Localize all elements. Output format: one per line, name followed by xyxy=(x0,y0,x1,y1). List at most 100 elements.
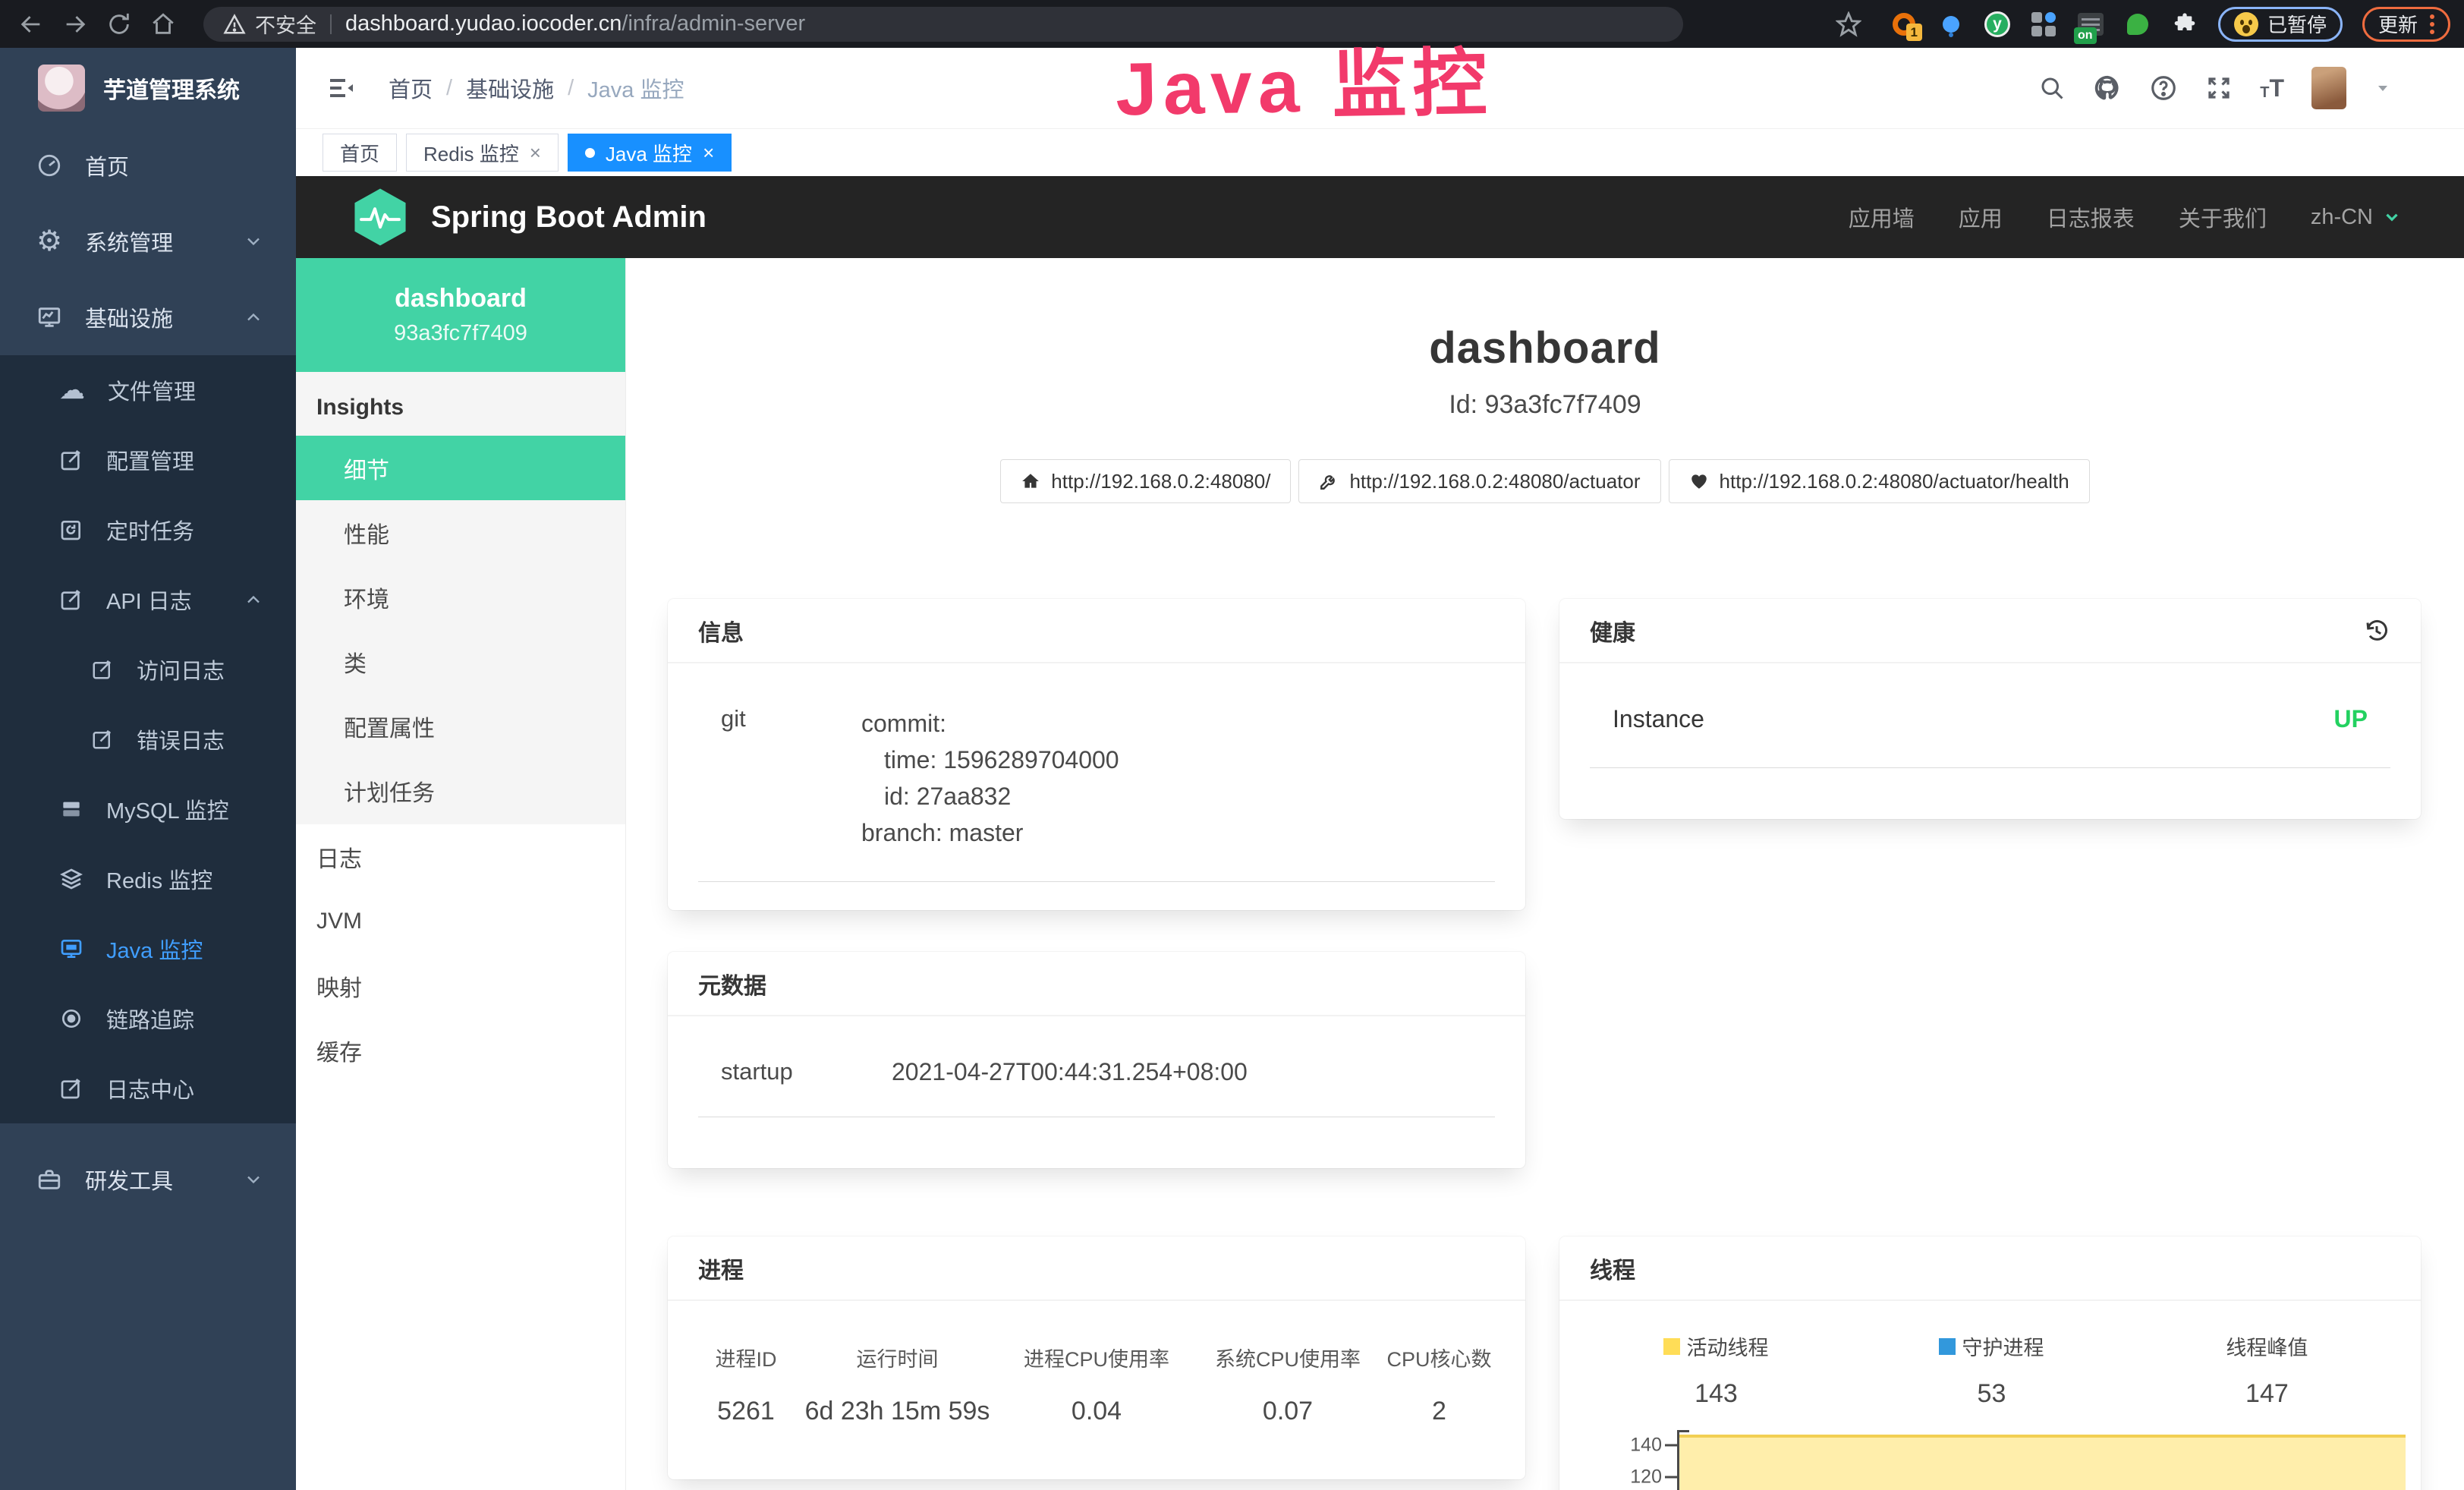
bookmark-star-icon[interactable] xyxy=(1827,6,1871,43)
sidebar-item-infra[interactable]: 基础设施 xyxy=(0,279,296,355)
eye-icon xyxy=(59,1006,83,1031)
sidebar-item-devtools[interactable]: 研发工具 xyxy=(0,1142,296,1218)
breadcrumb-home[interactable]: 首页 xyxy=(389,72,433,104)
github-icon[interactable] xyxy=(2093,74,2122,102)
log-edit-icon xyxy=(91,728,114,751)
extension-grid-icon[interactable] xyxy=(2030,11,2057,38)
sba-nav-environment[interactable]: 环境 xyxy=(296,565,625,629)
help-icon[interactable] xyxy=(2149,74,2178,102)
health-url: http://192.168.0.2:48080/actuator/health xyxy=(1720,470,2069,493)
sba-nav-wallboard[interactable]: 应用墙 xyxy=(1849,201,1915,233)
gear-icon xyxy=(36,227,62,256)
url-host[interactable]: dashboard.yudao.iocoder.cn xyxy=(345,11,622,36)
sba-nav-about[interactable]: 关于我们 xyxy=(2179,201,2267,233)
git-info-value: commit: time: 1596289704000 id: 27aa832 … xyxy=(861,705,1119,851)
y-tickmark xyxy=(1665,1476,1677,1479)
sba-nav-configprops[interactable]: 配置属性 xyxy=(296,694,625,758)
url-path[interactable]: /infra/admin-server xyxy=(622,11,805,36)
sidebar-item-file[interactable]: 文件管理 xyxy=(0,355,296,425)
sidebar-item-java-monitor[interactable]: Java 监控 xyxy=(0,914,296,984)
tab-close-icon[interactable] xyxy=(703,141,714,165)
sba-nav-jvm[interactable]: JVM xyxy=(296,889,625,953)
user-menu-caret-icon[interactable] xyxy=(2374,79,2392,97)
security-label[interactable]: 不安全 xyxy=(255,9,316,39)
search-icon[interactable] xyxy=(2038,74,2066,102)
sidebar-item-log-center[interactable]: 日志中心 xyxy=(0,1054,296,1123)
history-icon[interactable] xyxy=(2363,617,2390,644)
log-edit-icon xyxy=(59,587,83,612)
sidebar-item-home[interactable]: 首页 xyxy=(0,128,296,203)
browser-forward-icon[interactable] xyxy=(53,6,97,43)
health-url-button[interactable]: http://192.168.0.2:48080/actuator/health xyxy=(1669,459,2090,503)
edit-square-icon xyxy=(59,448,83,472)
browser-back-icon[interactable] xyxy=(9,6,53,43)
extension-pin-icon[interactable] xyxy=(1937,11,1965,38)
tab-redis-monitor[interactable]: Redis 监控 xyxy=(406,134,559,172)
sidebar-item-redis[interactable]: Redis 监控 xyxy=(0,844,296,914)
breadcrumb-infra[interactable]: 基础设施 xyxy=(466,72,554,104)
locale-label: zh-CN xyxy=(2311,205,2373,230)
sidebar-item-job[interactable]: 定时任务 xyxy=(0,495,296,565)
live-threads-area-series xyxy=(1679,1435,2406,1490)
git-commit-line: commit: xyxy=(861,705,1119,742)
cpu-cores-value: 2 xyxy=(1383,1397,1495,1426)
threads-area-chart: 140 120 100 xyxy=(1578,1430,2406,1490)
extension-y-icon[interactable]: y xyxy=(1984,11,2010,37)
table-row: startup 2021-04-27T00:44:31.254+08:00 xyxy=(698,1058,1495,1117)
sba-brand-title[interactable]: Spring Boot Admin xyxy=(431,200,706,235)
app-logo-row[interactable]: 芋道管理系统 xyxy=(0,48,296,128)
app-title: 芋道管理系统 xyxy=(103,71,240,105)
fullscreen-icon[interactable] xyxy=(2205,74,2233,102)
daemon-threads-label: 守护进程 xyxy=(1962,1331,2044,1361)
sidebar-item-access-log[interactable]: 访问日志 xyxy=(0,635,296,704)
extensions-puzzle-icon[interactable] xyxy=(2171,11,2198,38)
sidebar-item-tracing[interactable]: 链路追踪 xyxy=(0,984,296,1054)
sba-nav-metrics[interactable]: 性能 xyxy=(296,500,625,565)
address-bar[interactable]: 不安全 dashboard.yudao.iocoder.cn/infra/adm… xyxy=(203,7,1683,42)
sidebar-item-error-log[interactable]: 错误日志 xyxy=(0,704,296,774)
admin-sidebar: 芋道管理系统 首页 系统管理 基础设施 文件管理 配置管理 xyxy=(0,48,296,1490)
tab-java-monitor[interactable]: Java 监控 xyxy=(568,134,732,172)
health-card-title: 健康 xyxy=(1590,614,1635,647)
sba-locale-select[interactable]: zh-CN xyxy=(2311,205,2402,230)
extension-on-badge: on xyxy=(2074,27,2097,44)
sidebar-item-config[interactable]: 配置管理 xyxy=(0,425,296,495)
tab-close-icon[interactable] xyxy=(530,141,541,165)
info-card: 信息 git commit: time: 1596289704000 id: 2… xyxy=(668,599,1525,910)
sba-nav-applications[interactable]: 应用 xyxy=(1959,201,2003,233)
sba-nav-scheduled-tasks[interactable]: 计划任务 xyxy=(296,758,625,823)
sba-nav-classes[interactable]: 类 xyxy=(296,629,625,694)
chevron-down-icon xyxy=(243,231,264,252)
tab-home[interactable]: 首页 xyxy=(323,134,397,172)
browser-reload-icon[interactable] xyxy=(97,6,141,43)
user-avatar[interactable] xyxy=(2311,67,2346,109)
y-tickmark xyxy=(1665,1444,1677,1447)
sba-nav-caches[interactable]: 缓存 xyxy=(296,1018,625,1082)
profile-paused-badge[interactable]: 已暂停 xyxy=(2218,7,2343,42)
sidebar-item-mysql[interactable]: MySQL 监控 xyxy=(0,774,296,844)
thread-stats: 活动线程 143 守护进程 53 线程峰值 xyxy=(1578,1331,2406,1409)
actuator-url-button[interactable]: http://192.168.0.2:48080/actuator xyxy=(1298,459,1660,503)
sba-nav-logs[interactable]: 日志 xyxy=(296,824,625,889)
browser-home-icon[interactable] xyxy=(141,6,185,43)
chrome-update-button[interactable]: 更新 xyxy=(2362,7,2450,42)
extension-colorzilla-icon[interactable]: 1 xyxy=(1890,11,1918,38)
font-size-icon[interactable] xyxy=(2260,76,2284,100)
extension-leaf-icon[interactable] xyxy=(2124,11,2151,38)
metadata-card: 元数据 startup 2021-04-27T00:44:31.254+08:0… xyxy=(668,952,1525,1168)
sidebar-item-api-log[interactable]: API 日志 xyxy=(0,565,296,635)
instance-header[interactable]: dashboard 93a3fc7f7409 xyxy=(296,258,625,372)
sba-nav-journal[interactable]: 日志报表 xyxy=(2047,201,2135,233)
browser-menu-icon[interactable] xyxy=(2430,14,2434,34)
sidebar-item-system[interactable]: 系统管理 xyxy=(0,203,296,279)
admin-header: 首页 基础设施 Java 监控 xyxy=(296,48,2464,129)
extension-switch-on-icon[interactable]: on xyxy=(2077,11,2104,38)
service-url-button[interactable]: http://192.168.0.2:48080/ xyxy=(1000,459,1291,503)
collapse-sidebar-icon[interactable] xyxy=(326,73,357,103)
log-edit-icon xyxy=(59,1076,83,1101)
sba-nav-details[interactable]: 细节 xyxy=(296,436,625,500)
update-label: 更新 xyxy=(2378,10,2418,38)
metadata-key: startup xyxy=(721,1058,892,1086)
sba-nav-mappings[interactable]: 映射 xyxy=(296,953,625,1018)
tab-label: Redis 监控 xyxy=(423,139,519,167)
